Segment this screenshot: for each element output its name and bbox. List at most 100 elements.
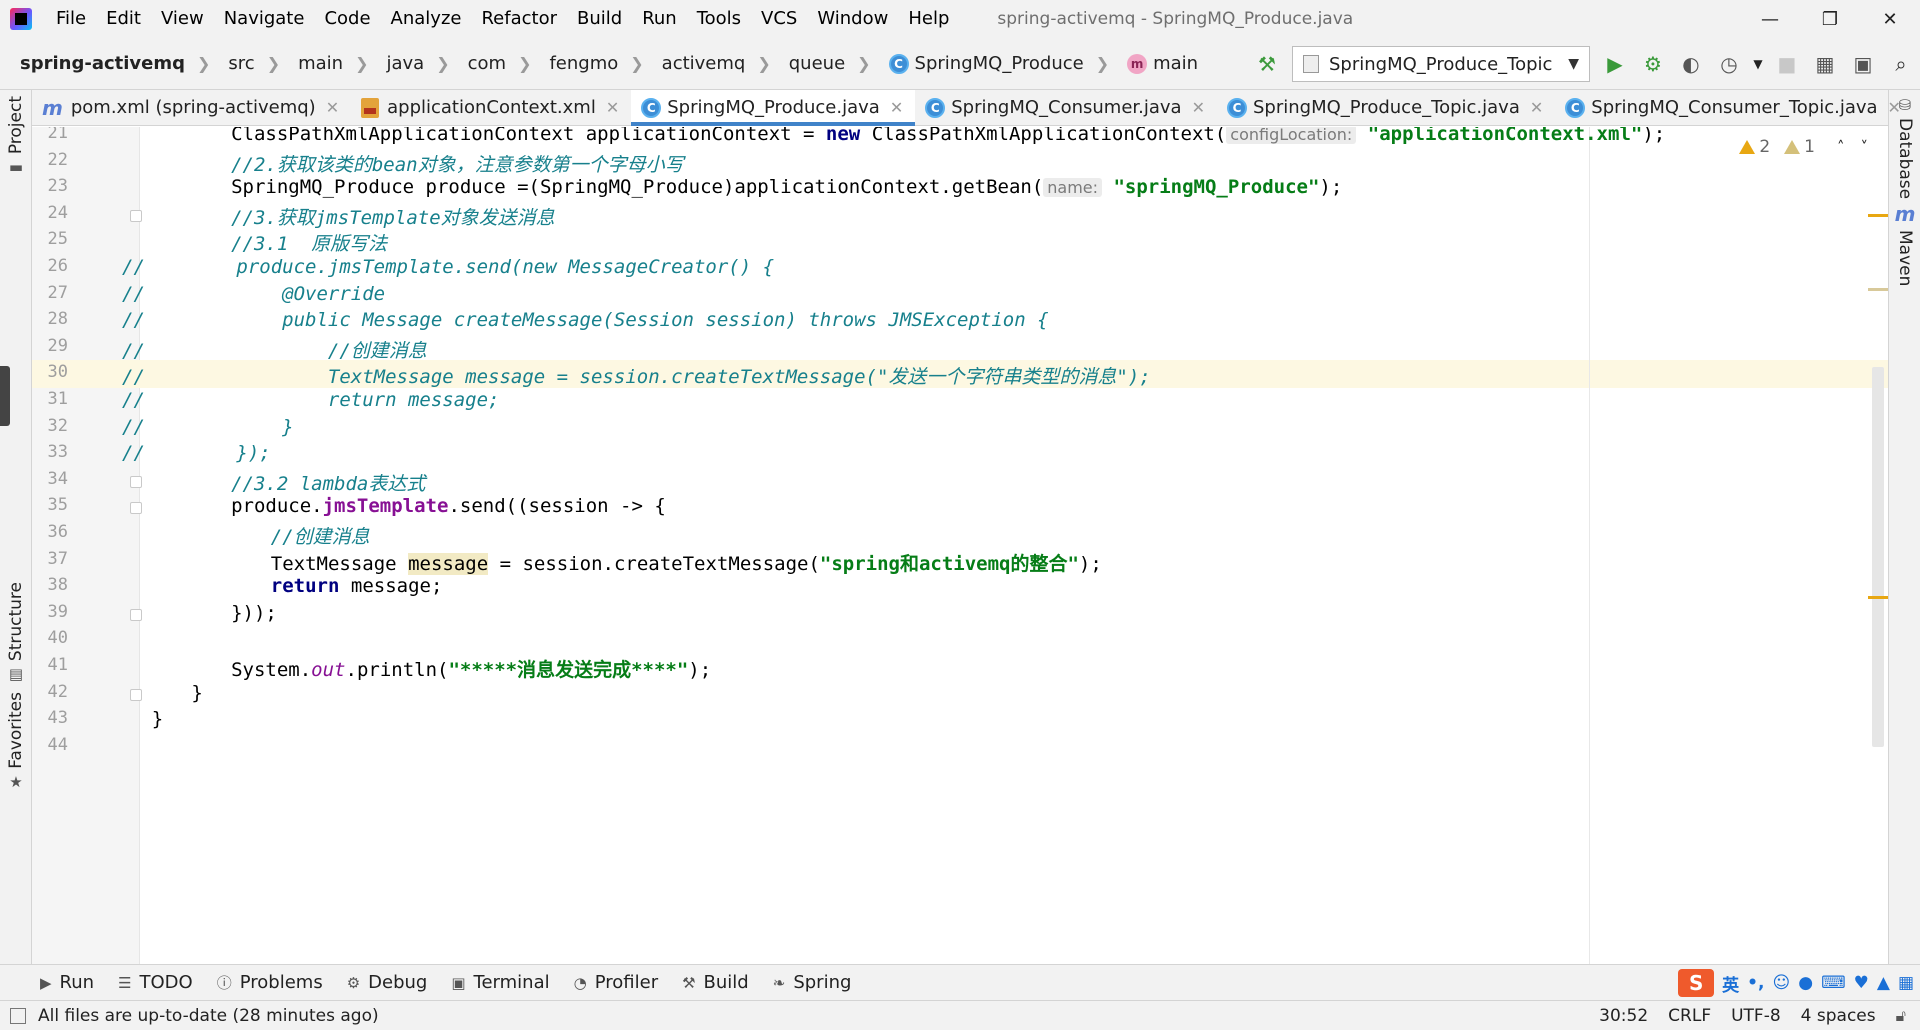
debug-icon[interactable]: ⚙ (1634, 45, 1672, 83)
breadcrumb-label: java (386, 53, 425, 74)
sogou-ime-logo-icon[interactable]: S (1678, 969, 1715, 997)
structure-icon: ▤ (8, 665, 24, 684)
status-message[interactable]: All files are up-to-date (28 minutes ago… (10, 1006, 379, 1026)
run-icon[interactable]: ▶ (1596, 45, 1634, 83)
menu-help[interactable]: Help (898, 0, 959, 38)
keyboard-icon[interactable]: ⌨ (1821, 973, 1846, 993)
warning-stripe-marker[interactable] (1868, 214, 1888, 217)
file-encoding[interactable]: UTF-8 (1731, 1006, 1781, 1026)
menu-run[interactable]: Run (632, 0, 687, 38)
build-tool-button[interactable]: ⚒ Build (682, 972, 749, 993)
menu-code[interactable]: Code (314, 0, 380, 38)
menu-refactor[interactable]: Refactor (471, 0, 567, 38)
terminal-tool-button[interactable]: ▣ Terminal (451, 972, 549, 993)
stop-icon[interactable]: ■ (1768, 45, 1806, 83)
run-configuration-select[interactable]: SpringMQ_Produce_Topic ▼ (1292, 46, 1590, 82)
line-number: 29 (47, 335, 68, 356)
hammer-icon[interactable]: ⚒ (1248, 45, 1286, 83)
microphone-icon[interactable]: ● (1798, 973, 1813, 993)
breadcrumb-activemq[interactable]: activemq ❯ (648, 53, 775, 74)
skin-icon[interactable]: ♥ (1854, 973, 1869, 993)
menu-vcs[interactable]: VCS (751, 0, 807, 38)
indent-setting[interactable]: 4 spaces (1801, 1006, 1876, 1026)
close-window-button[interactable]: ✕ (1860, 0, 1920, 38)
chevron-down-icon[interactable]: ˅ (1861, 138, 1869, 156)
profiler-tool-button[interactable]: ◔ Profiler (574, 972, 658, 993)
tool-windows-toggle-icon[interactable] (10, 1007, 26, 1024)
close-icon[interactable]: ✕ (1888, 98, 1901, 117)
code-text: produce. (231, 495, 323, 518)
tab-application-context-xml[interactable]: applicationContext.xml ✕ (351, 90, 631, 125)
code-text: ); (1078, 552, 1102, 575)
punctuation-icon[interactable]: •, (1747, 973, 1764, 993)
caret-position[interactable]: 30:52 (1599, 1006, 1648, 1026)
spring-tool-button[interactable]: ❧ Spring (773, 972, 852, 993)
warning-stripe-marker[interactable] (1868, 596, 1888, 599)
chevron-right-icon: ❯ (518, 54, 532, 73)
debug-tool-button[interactable]: ⚙ Debug (347, 972, 428, 993)
coverage-icon[interactable]: ◐ (1672, 45, 1710, 83)
run-tool-button[interactable]: ▶ Run (40, 972, 94, 993)
tab-springmq-consumer[interactable]: C SpringMQ_Consumer.java ✕ (915, 90, 1217, 125)
search-icon[interactable]: ⌕ (1882, 45, 1920, 83)
maven-tool-button[interactable]: m Maven (1891, 202, 1919, 286)
close-icon[interactable]: ✕ (326, 98, 339, 117)
menu-window[interactable]: Window (807, 0, 898, 38)
menu-analyze[interactable]: Analyze (381, 0, 472, 38)
restore-button[interactable]: ❐ (1800, 0, 1860, 38)
close-icon[interactable]: ✕ (890, 98, 903, 117)
minimize-button[interactable]: — (1740, 0, 1800, 38)
shirt-icon[interactable]: ▲ (1877, 973, 1890, 993)
comment-line: // }); (122, 442, 271, 465)
favorites-tool-button[interactable]: Favorites ★ (2, 692, 30, 791)
problems-tool-button[interactable]: ⓘ Problems (217, 972, 323, 993)
breadcrumb-queue[interactable]: queue ❯ (775, 53, 875, 74)
editor-gutter[interactable] (32, 127, 140, 964)
breadcrumb-main[interactable]: main ❯ (284, 53, 372, 74)
chevron-down-icon[interactable]: ▼ (1748, 45, 1768, 83)
tab-pom-xml[interactable]: m pom.xml (spring-activemq) ✕ (32, 90, 351, 125)
close-icon[interactable]: ✕ (1192, 98, 1205, 117)
code-editor[interactable]: 21 22 23 24 25 26 27 28 29 30 31 32 33 3… (32, 127, 1888, 964)
fold-marker-icon[interactable] (130, 502, 142, 515)
comment-line: //创建消息 (270, 526, 370, 548)
grid-menu-icon[interactable]: ▦ (1898, 973, 1914, 993)
tab-springmq-produce-topic[interactable]: C SpringMQ_Produce_Topic.java ✕ (1217, 90, 1555, 125)
weak-warning-stripe-marker[interactable] (1868, 288, 1888, 291)
lock-icon[interactable]: 🔓︎ (1896, 1006, 1906, 1026)
profile-icon[interactable]: ◷ (1710, 45, 1748, 83)
project-tool-button[interactable]: Project ▬ (2, 96, 30, 176)
breadcrumb-java[interactable]: java ❯ (372, 53, 453, 74)
menu-tools[interactable]: Tools (687, 0, 751, 38)
breadcrumb-project[interactable]: spring-activemq ❯ (0, 53, 214, 74)
tab-springmq-produce[interactable]: C SpringMQ_Produce.java ✕ (631, 90, 916, 126)
menu-edit[interactable]: Edit (96, 0, 151, 38)
structure-tool-button[interactable]: Structure ▤ (2, 582, 30, 683)
breadcrumb-com[interactable]: com ❯ (454, 53, 536, 74)
menu-build[interactable]: Build (567, 0, 632, 38)
fold-marker-icon[interactable] (130, 475, 142, 488)
breadcrumb-src[interactable]: src ❯ (214, 53, 284, 74)
close-icon[interactable]: ✕ (606, 98, 619, 117)
fold-marker-icon[interactable] (130, 209, 142, 222)
line-separator[interactable]: CRLF (1668, 1006, 1711, 1026)
chevron-up-icon[interactable]: ˄ (1837, 138, 1845, 156)
project-structure-icon[interactable]: ▦ (1806, 45, 1844, 83)
fold-marker-icon[interactable] (130, 688, 142, 701)
breadcrumb-fengmo[interactable]: fengmo ❯ (535, 53, 647, 74)
todo-tool-button[interactable]: ☰ TODO (118, 972, 193, 993)
inspection-widget[interactable]: 2 1 ˄ ˅ (1739, 137, 1868, 157)
breadcrumb-method[interactable]: m main (1113, 53, 1202, 74)
close-icon[interactable]: ✕ (1530, 98, 1543, 117)
menu-file[interactable]: File (46, 0, 96, 38)
ime-language-toggle[interactable]: 英 (1722, 971, 1739, 996)
vertical-scrollbar[interactable] (1872, 367, 1884, 747)
breadcrumb-class[interactable]: C SpringMQ_Produce ❯ (875, 53, 1114, 74)
terminal-icon[interactable]: ▣ (1844, 45, 1882, 83)
menu-view[interactable]: View (151, 0, 214, 38)
fold-marker-icon[interactable] (130, 608, 142, 621)
menu-navigate[interactable]: Navigate (214, 0, 315, 38)
memory-indicator[interactable] (0, 366, 10, 426)
tab-springmq-consumer-topic[interactable]: C SpringMQ_Consumer_Topic.java ✕ (1555, 90, 1913, 125)
emoji-icon[interactable]: ☺ (1772, 973, 1790, 993)
